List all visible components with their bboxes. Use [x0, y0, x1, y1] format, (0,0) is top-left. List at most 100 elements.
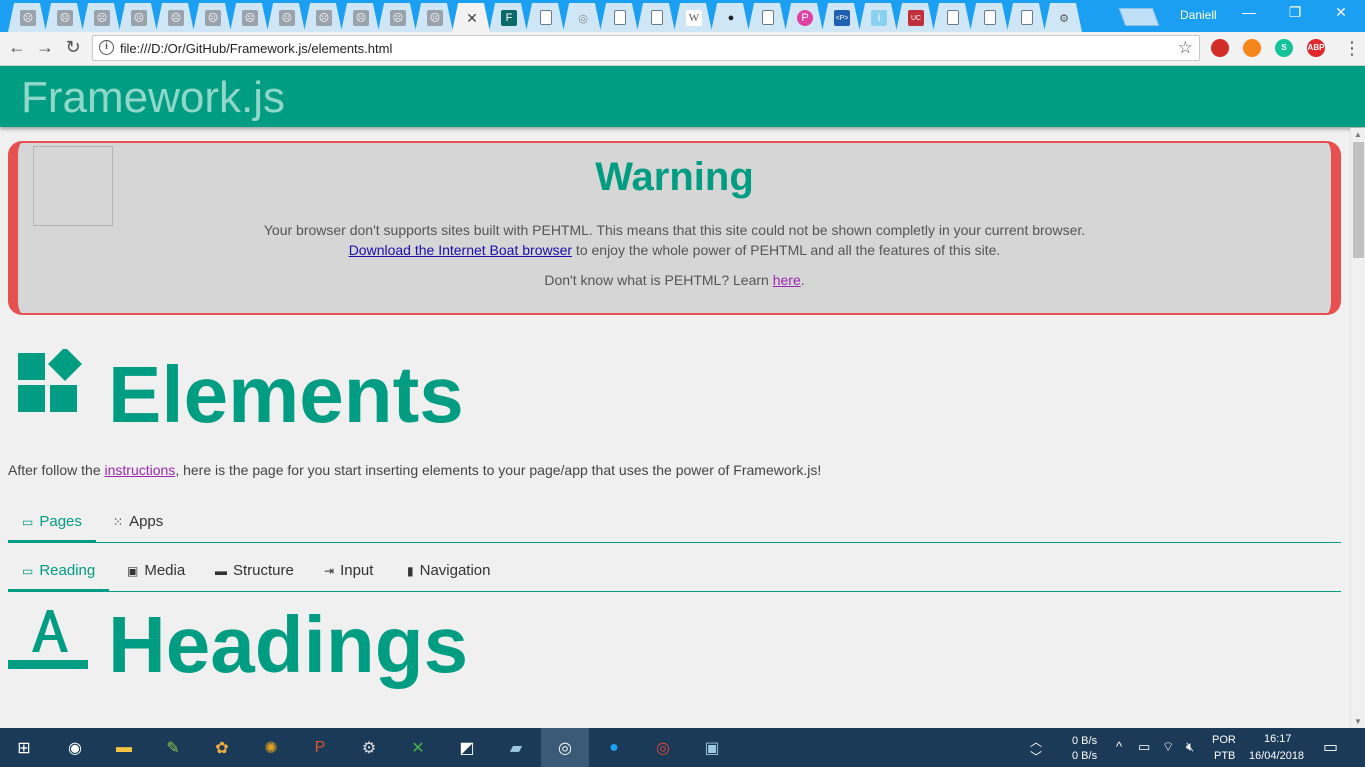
browser-tab[interactable]: ☹ [8, 3, 46, 32]
download-browser-link[interactable]: Download the Internet Boat browser [349, 242, 572, 258]
close-tab-icon[interactable]: ✕ [464, 10, 480, 26]
browser-tab[interactable]: ☹ [119, 3, 157, 32]
adblock-icon[interactable]: ABP [1307, 39, 1325, 57]
learn-here-link[interactable]: here [773, 272, 801, 288]
tab-reading[interactable]: ▭ Reading [8, 562, 110, 592]
tab-input[interactable]: ⇥ Input [310, 562, 387, 592]
tab-apps[interactable]: ⁙ Apps [99, 513, 177, 543]
volume-muted-icon[interactable]: 🔇︎ [1186, 739, 1194, 755]
browser-tab[interactable]: ☹ [82, 3, 120, 32]
input-layout[interactable]: PTB [1214, 750, 1235, 762]
browser-tab[interactable] [1007, 3, 1045, 32]
browser-tab[interactable] [526, 3, 564, 32]
sticky-notes-icon[interactable]: ◩ [453, 734, 481, 762]
document-icon [614, 10, 626, 25]
browser-tab[interactable]: UC [896, 3, 934, 32]
tab-structure[interactable]: ▬ Structure [201, 562, 308, 592]
grammarly-icon[interactable]: S [1275, 39, 1293, 57]
browser-tab[interactable]: ☹ [156, 3, 194, 32]
browser-tab[interactable]: ● [711, 3, 749, 32]
steam-icon[interactable]: ◉ [61, 734, 89, 762]
clock-time[interactable]: 16:17 [1264, 733, 1292, 745]
powerpoint-icon[interactable]: P [306, 734, 334, 762]
scroll-up-icon[interactable]: ▲ [1354, 130, 1362, 139]
browser-tab[interactable]: <P> [822, 3, 860, 32]
sad-page-icon: ☹ [316, 10, 332, 26]
warning-title: Warning [595, 155, 754, 199]
gimp-icon[interactable]: ✺ [257, 734, 285, 762]
paint-icon[interactable]: ✿ [208, 734, 236, 762]
new-tab-button[interactable] [1118, 8, 1160, 26]
browser-tab[interactable]: ☹ [415, 3, 453, 32]
clock-date[interactable]: 16/04/2018 [1249, 750, 1304, 762]
address-url[interactable]: file:///D:/Or/GitHub/Framework.js/elemen… [120, 41, 392, 56]
browser-tab[interactable]: ◎ [563, 3, 601, 32]
chrome-icon[interactable]: ◎ [541, 728, 589, 767]
input-language[interactable]: POR [1212, 734, 1236, 746]
network-icon[interactable]: ⌔ [1162, 739, 1174, 755]
twitter-icon[interactable]: ● [600, 734, 628, 762]
xmind-icon[interactable]: ✕ [404, 734, 432, 762]
notepad-icon[interactable]: ✎ [159, 734, 187, 762]
browser-tab[interactable]: F [489, 3, 527, 32]
profile-name[interactable]: Daniell [1180, 8, 1217, 22]
input-icon: ⇥ [324, 564, 335, 578]
document-icon [651, 10, 663, 25]
document-icon [540, 10, 552, 25]
browser-tab[interactable]: W [674, 3, 712, 32]
page-scrollbar[interactable]: ▲ ▼ [1350, 128, 1365, 728]
settings-icon[interactable]: ⚙ [355, 734, 383, 762]
browser-tab[interactable]: ☹ [45, 3, 83, 32]
browser-tab[interactable] [933, 3, 971, 32]
minimize-icon[interactable]: — [1226, 4, 1272, 20]
notifications-icon[interactable]: ▭ [1323, 737, 1338, 757]
restore-icon[interactable]: ❐ [1272, 4, 1318, 21]
browser-tab[interactable]: i [859, 3, 897, 32]
browser-tab[interactable]: ⚙ [1044, 3, 1082, 32]
tab-pages[interactable]: ▭ Pages [8, 513, 96, 543]
battery-icon[interactable]: ▭ [1138, 739, 1150, 755]
brand-title[interactable]: Framework.js [21, 73, 285, 123]
instructions-link[interactable]: instructions [105, 462, 176, 478]
sad-page-icon: ☹ [242, 10, 258, 26]
tab-navigation[interactable]: ▮ Navigation [393, 562, 505, 592]
tray-chevron-down-icon[interactable]: ﹀ [1030, 748, 1042, 765]
scroll-down-icon[interactable]: ▼ [1354, 717, 1362, 726]
back-icon[interactable]: ← [6, 37, 28, 58]
reading-icon: ▭ [22, 564, 34, 578]
document-icon [1021, 10, 1033, 25]
lastpass-icon[interactable] [1211, 39, 1229, 57]
show-hidden-icons-icon[interactable]: ^ [1116, 739, 1122, 754]
browser-tab[interactable]: P [785, 3, 823, 32]
chrome-icon-2[interactable]: ◎ [649, 734, 677, 762]
browser-tab[interactable] [600, 3, 638, 32]
learn-prefix: Don't know what is PEHTML? Learn [544, 272, 773, 288]
tablet-icon[interactable]: ▰ [502, 734, 530, 762]
forward-icon[interactable]: → [34, 37, 56, 58]
site-info-icon[interactable]: i [99, 40, 114, 55]
reload-icon[interactable]: ↻ [62, 37, 84, 58]
browser-tab[interactable] [637, 3, 675, 32]
sad-page-icon: ☹ [20, 10, 36, 26]
tab-media[interactable]: ▣ Media [113, 562, 199, 592]
browser-tab[interactable] [970, 3, 1008, 32]
browser-tab[interactable]: ✕ [452, 3, 490, 32]
address-bar[interactable]: i file:///D:/Or/GitHub/Framework.js/elem… [92, 35, 1200, 61]
github-icon: ● [727, 12, 735, 24]
browser-tab[interactable]: ☹ [267, 3, 305, 32]
file-explorer-icon[interactable]: ▬ [110, 734, 138, 762]
browser-tab[interactable]: ☹ [304, 3, 342, 32]
browser-tab[interactable] [748, 3, 786, 32]
bookmark-star-icon[interactable]: ☆ [1178, 38, 1193, 58]
document-icon [984, 10, 996, 25]
browser-tab[interactable]: ☹ [230, 3, 268, 32]
browser-tab[interactable]: ☹ [378, 3, 416, 32]
start-icon[interactable]: ⊞ [10, 734, 38, 762]
scroll-thumb[interactable] [1353, 142, 1364, 258]
browser-tab[interactable]: ☹ [341, 3, 379, 32]
browser-menu-icon[interactable]: ⋮ [1343, 38, 1361, 59]
remote-desktop-icon[interactable]: ▣ [698, 734, 726, 762]
close-window-icon[interactable]: ✕ [1318, 4, 1364, 21]
metamask-icon[interactable] [1243, 39, 1261, 57]
browser-tab[interactable]: ☹ [193, 3, 231, 32]
